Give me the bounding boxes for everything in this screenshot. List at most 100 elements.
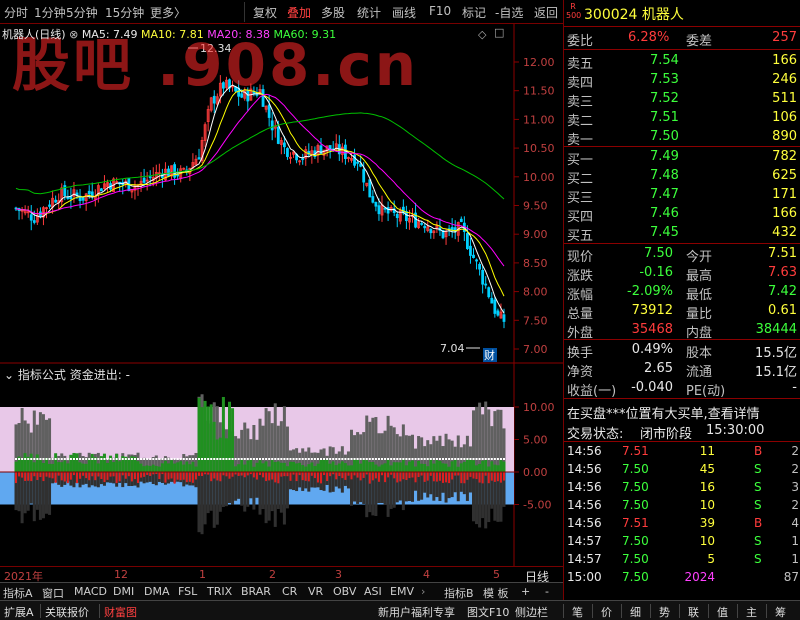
axis-label: 4 [423, 568, 430, 581]
bid-row[interactable]: 买五 7.45 432 [564, 224, 800, 244]
indicator-title[interactable]: ⌄ 指标公式 资金进出: - [4, 366, 130, 383]
price-tick: 7.00 [523, 343, 548, 356]
financial-badge-label: 财 [484, 348, 495, 362]
price-tick: 11.00 [523, 113, 555, 126]
ask-row[interactable]: 卖二 7.51 106 [564, 109, 800, 129]
ma5-label: MA5: 7.49 [81, 28, 138, 41]
side-tab[interactable]: 主 [746, 604, 757, 620]
collapse-icon[interactable]: ⌄ [4, 368, 14, 382]
mark-button[interactable]: 标记 [462, 4, 486, 21]
quote-row: 涨幅 -2.09% 最低 7.42 [567, 284, 797, 303]
tab-dmi[interactable]: DMI [113, 585, 134, 598]
quote-row: 总量 73912 量比 0.61 [567, 303, 797, 322]
bid-volume: 432 [772, 225, 797, 240]
tab-wealth-map[interactable]: 财富图 [104, 604, 137, 620]
candle-body [270, 120, 274, 131]
bid-price: 7.47 [650, 187, 679, 202]
tab-scroll-right-icon[interactable]: › [421, 585, 425, 598]
add-favorite-button[interactable]: -自选 [495, 4, 523, 21]
tab-extend-a[interactable]: 扩展A [4, 604, 34, 620]
maximize-icon[interactable]: □ [494, 26, 504, 39]
ask-row[interactable]: 卖四 7.53 246 [564, 71, 800, 91]
candle-body [472, 254, 475, 258]
indicator-tick: 5.00 [523, 434, 548, 447]
settings-icon[interactable]: ⊗ [69, 28, 78, 41]
tab-dma[interactable]: DMA [144, 585, 170, 598]
stock-code: 300024 [584, 7, 638, 23]
tab-indicator-a[interactable]: 指标A [3, 585, 33, 601]
side-tab[interactable]: 笔 [572, 604, 583, 620]
back-button[interactable]: 返回 [534, 4, 558, 21]
ask-volume: 246 [772, 72, 797, 87]
side-tab[interactable]: 联 [688, 604, 699, 620]
tab-template[interactable]: 模 板 [483, 585, 509, 601]
remove-indicator-button[interactable]: - [545, 585, 549, 598]
tab-emv[interactable]: EMV [390, 585, 414, 598]
tab-macd[interactable]: MACD [74, 585, 107, 598]
indicator-tick: 0.00 [523, 466, 548, 479]
price-tick: 10.50 [523, 142, 555, 155]
ask-row[interactable]: 卖三 7.52 511 [564, 90, 800, 110]
tab-indicator-b[interactable]: 指标B [444, 585, 474, 601]
ask-row[interactable]: 卖一 7.50 890 [564, 128, 800, 148]
side-tab[interactable]: 值 [717, 604, 728, 620]
tab-related-quote[interactable]: 关联报价 [45, 604, 89, 620]
tab-cr[interactable]: CR [282, 585, 297, 598]
ask-label: 卖二 [567, 114, 594, 129]
kline-chart[interactable]: 12.00 11.50 11.00 10.50 10.00 9.50 9.00 8.50 8.0… [0, 24, 563, 364]
tick-row: 14:56 7.50 10 S 2 [567, 498, 799, 512]
candle-body [423, 225, 427, 229]
tab-vr[interactable]: VR [308, 585, 323, 598]
ask-row[interactable]: 卖五 7.54 166 [564, 52, 800, 72]
tab-window[interactable]: 窗口 [42, 585, 64, 601]
webi-row: 委比 6.28% 委差 257 [567, 30, 797, 49]
ma60-label: MA60: 9.31 [273, 28, 337, 41]
candle-body [87, 190, 91, 195]
bid-volume: 166 [772, 206, 797, 221]
tab-obv[interactable]: OBV [333, 585, 356, 598]
side-tab[interactable]: 价 [601, 604, 612, 620]
axis-label: 3 [335, 568, 342, 581]
ask-label: 卖三 [567, 95, 594, 110]
candle-body [481, 269, 485, 285]
indicator-canvas: 10.00 5.00 0.00 -5.00 [0, 364, 555, 566]
f10-button[interactable]: F10 [429, 4, 451, 18]
candle-body [100, 188, 103, 192]
side-tab[interactable]: 细 [630, 604, 641, 620]
ask-volume: 106 [772, 110, 797, 125]
bid-row[interactable]: 买三 7.47 171 [564, 186, 800, 206]
sidebar-toggle[interactable]: 侧边栏 [515, 604, 548, 620]
tab-trix[interactable]: TRIX [207, 585, 232, 598]
bid-volume: 625 [772, 168, 797, 183]
tick-row: 14:56 7.51 39 B 4 [567, 516, 799, 530]
candle-body [371, 196, 375, 203]
diamond-icon[interactable]: ◇ [478, 28, 486, 41]
candle-body [343, 144, 347, 159]
indicator-chart[interactable]: 10.00 5.00 0.00 -5.00 ⌄ 指标公式 资金进出: - [0, 364, 563, 566]
candle-body [368, 179, 372, 198]
tick-row: 14:57 7.50 10 S 1 [567, 534, 799, 548]
candle-body [487, 287, 491, 298]
quote-row: 外盘 35468 内盘 38444 [567, 322, 797, 341]
notice-row[interactable]: 在买盘***位置有大买单,查看详情 [564, 402, 800, 422]
status-bar: 扩展A 关联报价 财富图 新用户福利专享 图文F10 侧边栏 笔 价 细 势 联 值 主 筹 [0, 600, 800, 620]
tab-brar[interactable]: BRAR [241, 585, 271, 598]
bid-label: 买三 [567, 191, 594, 206]
new-user-benefit-link[interactable]: 新用户福利专享 [378, 604, 455, 620]
candle-body [69, 196, 73, 200]
graphic-f10-link[interactable]: 图文F10 [467, 604, 509, 620]
axis-label: 5 [493, 568, 500, 581]
stock-header: 300024 机器人 [584, 4, 684, 24]
add-indicator-button[interactable]: + [521, 585, 530, 598]
bid-label: 买四 [567, 210, 594, 225]
candle-body [142, 177, 146, 183]
side-tab[interactable]: 势 [659, 604, 670, 620]
tab-fsl[interactable]: FSL [178, 585, 197, 598]
bid-row[interactable]: 买四 7.46 166 [564, 205, 800, 225]
price-tick: 9.00 [523, 228, 548, 241]
side-tab[interactable]: 筹 [775, 604, 786, 620]
tab-asi[interactable]: ASI [364, 585, 382, 598]
bid-row[interactable]: 买一 7.49 782 [564, 148, 800, 168]
bid-row[interactable]: 买二 7.48 625 [564, 167, 800, 187]
price-tick: 11.50 [523, 85, 555, 98]
